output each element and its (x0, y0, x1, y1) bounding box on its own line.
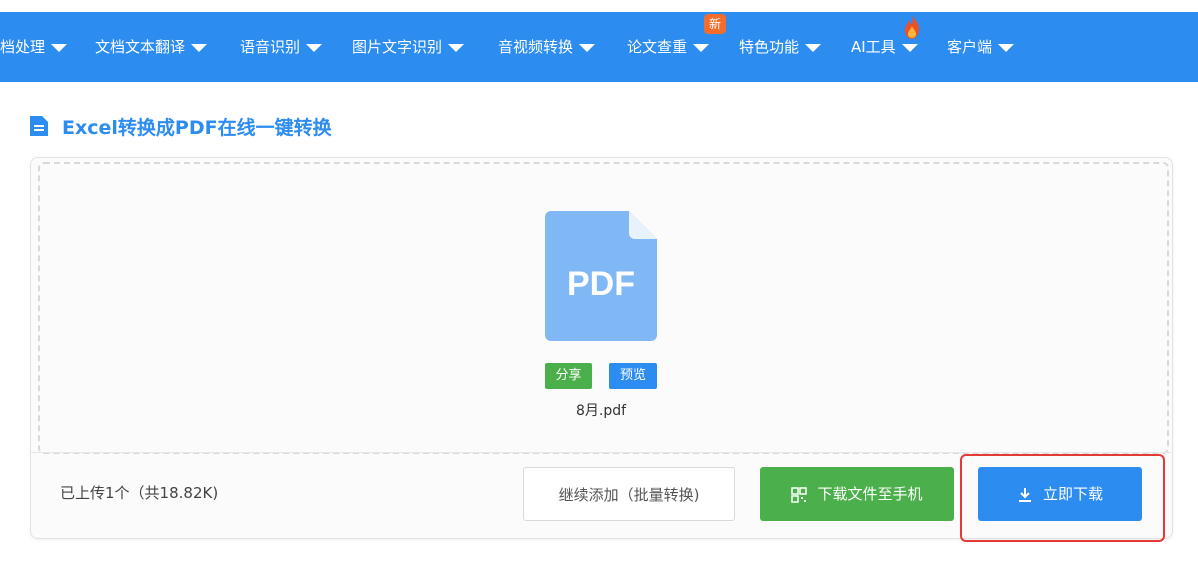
chevron-down-icon (306, 43, 323, 52)
nav-item-label: 特色功能 (739, 38, 800, 56)
fire-icon (905, 13, 919, 39)
top-nav-bar: 档处理 文档文本翻译 语音识别 图片文字识别 音视频转换 论文查重 特色功能 A… (0, 12, 1198, 82)
download-now-label: 立即下载 (1042, 485, 1103, 503)
nav-item-label: 语音识别 (240, 38, 301, 56)
pdf-file-icon: PDF (545, 211, 657, 341)
continue-add-label: 继续添加（批量转换) (558, 486, 700, 504)
chevron-down-icon (998, 43, 1015, 52)
pdf-type-label: PDF (567, 265, 635, 303)
nav-item-document-translation[interactable]: 文档文本翻译 (95, 12, 208, 82)
nav-item-features[interactable]: 特色功能 (739, 12, 822, 82)
new-badge: 新 (704, 14, 726, 34)
chevron-down-icon (579, 43, 596, 52)
nav-item-document-processing[interactable]: 档处理 (0, 12, 68, 82)
chevron-down-icon (51, 43, 68, 52)
chevron-down-icon (448, 43, 465, 52)
nav-item-label: 图片文字识别 (352, 38, 443, 56)
nav-item-client[interactable]: 客户端 (947, 12, 1015, 82)
nav-item-label: 音视频转换 (498, 38, 574, 56)
document-icon (30, 116, 48, 136)
nav-item-paper-check[interactable]: 论文查重 (627, 12, 710, 82)
download-now-button[interactable]: 立即下载 (978, 467, 1142, 521)
upload-status: 已上传1个（共18.82K) (60, 484, 219, 502)
download-to-phone-label: 下载文件至手机 (817, 485, 923, 503)
download-to-phone-button[interactable]: 下载文件至手机 (760, 467, 954, 521)
chevron-down-icon (191, 43, 208, 52)
qr-code-icon (791, 486, 808, 503)
nav-item-av-conversion[interactable]: 音视频转换 (498, 12, 596, 82)
file-name: 8月.pdf (575, 403, 627, 419)
continue-add-button[interactable]: 继续添加（批量转换) (523, 467, 735, 521)
divider (31, 452, 1171, 453)
chevron-down-icon (805, 43, 822, 52)
page-title: Excel转换成PDF在线一键转换 (62, 117, 332, 139)
share-button[interactable]: 分享 (545, 363, 592, 389)
download-icon (1018, 487, 1031, 502)
nav-item-label: 档处理 (0, 38, 46, 56)
chevron-down-icon (693, 43, 710, 52)
nav-item-speech-recognition[interactable]: 语音识别 (240, 12, 323, 82)
nav-item-label: 文档文本翻译 (95, 38, 186, 56)
nav-item-label: AI工具 (851, 38, 896, 56)
chevron-down-icon (901, 43, 918, 52)
preview-button[interactable]: 预览 (609, 363, 657, 389)
nav-item-label: 客户端 (947, 38, 993, 56)
nav-item-image-ocr[interactable]: 图片文字识别 (352, 12, 465, 82)
nav-item-label: 论文查重 (627, 38, 688, 56)
